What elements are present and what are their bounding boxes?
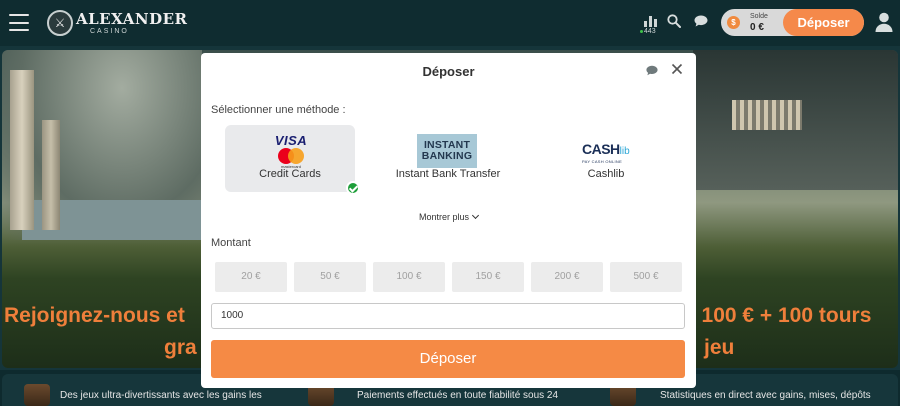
coin-icon: $ — [727, 16, 740, 29]
cashlib-logo: CASHlib PAY CASH ONLINE — [582, 141, 630, 164]
feature-text: Des jeux ultra-divertissants avec les ga… — [60, 390, 262, 401]
logo-helmet-icon: ⚔ — [47, 10, 73, 36]
amount-preset-button[interactable]: 150 € — [452, 262, 524, 292]
online-dot-icon — [640, 30, 643, 33]
search-icon[interactable] — [667, 14, 681, 28]
logo-subtitle: CASINO — [90, 27, 129, 35]
menu-icon[interactable] — [9, 14, 29, 31]
modal-title: Déposer — [422, 64, 475, 79]
top-bar: ⚔ ALEXANDER CASINO 443 $ Solde 0 € Dépos… — [0, 0, 900, 46]
visa-mastercard-logo: VISA mastercard — [273, 134, 309, 169]
selected-check-icon — [346, 181, 360, 195]
amount-preset-button[interactable]: 500 € — [610, 262, 682, 292]
wallet-widget[interactable]: $ Solde 0 € Déposer — [721, 9, 864, 36]
header-deposit-button[interactable]: Déposer — [783, 9, 864, 36]
user-icon[interactable] — [875, 12, 893, 32]
amount-presets: 20 € 50 € 100 € 150 € 200 € 500 € — [215, 262, 683, 292]
amount-preset-button[interactable]: 200 € — [531, 262, 603, 292]
feature-image — [24, 384, 50, 406]
amount-preset-button[interactable]: 20 € — [215, 262, 287, 292]
temple-image — [732, 100, 802, 130]
balance-value: 0 € — [750, 22, 764, 33]
amount-preset-button[interactable]: 50 € — [294, 262, 366, 292]
deposit-modal: Déposer Sélectionner une méthode : VISA … — [201, 53, 696, 388]
amount-section-label: Montant — [211, 237, 251, 249]
logo-name: ALEXANDER — [76, 9, 188, 28]
deposit-submit-button[interactable]: Déposer — [211, 340, 685, 378]
balance-label: Solde — [750, 13, 768, 20]
chat-icon[interactable] — [646, 65, 658, 76]
amount-preset-button[interactable]: 100 € — [373, 262, 445, 292]
close-icon[interactable] — [671, 63, 683, 75]
instant-banking-logo: INSTANT BANKING — [417, 134, 477, 168]
hero-headline-left: Rejoignez-nous et — [4, 304, 185, 327]
chevron-down-icon — [471, 211, 480, 220]
hero-headline-left-2: gra — [164, 336, 197, 359]
visa-logo-text: VISA — [274, 133, 308, 148]
stats-count: 443 — [644, 28, 656, 35]
method-credit-cards[interactable]: VISA mastercard Credit Cards — [225, 125, 355, 192]
method-label: Cashlib — [587, 168, 625, 180]
amount-input[interactable]: 1000 — [211, 303, 685, 329]
chat-icon[interactable] — [694, 15, 708, 27]
show-more-link[interactable]: Montrer plus — [201, 211, 696, 222]
feature-text: Statistiques en direct avec gains, mises… — [660, 390, 871, 401]
hero-headline-right-2: jeu — [704, 336, 735, 359]
method-label: Instant Bank Transfer — [395, 168, 501, 180]
method-section-label: Sélectionner une méthode : — [211, 104, 346, 116]
feature-text: Paiements effectués en toute fiabilité s… — [357, 390, 559, 401]
ancient-column-image — [10, 70, 34, 230]
method-label: Credit Cards — [259, 168, 321, 180]
hero-headline-right: à 100 € + 100 tours — [684, 304, 872, 327]
casino-logo[interactable]: ⚔ ALEXANDER CASINO — [47, 9, 187, 37]
